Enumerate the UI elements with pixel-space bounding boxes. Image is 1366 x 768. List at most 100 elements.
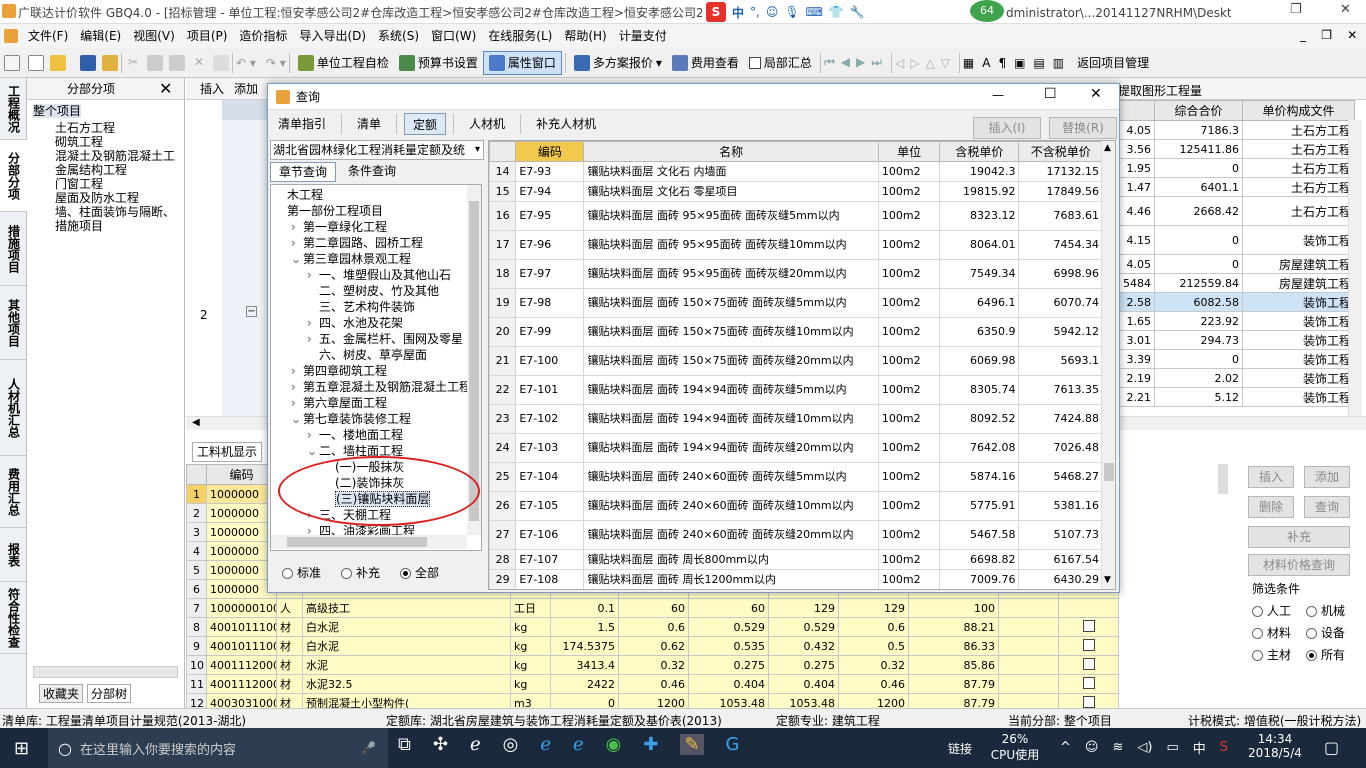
query-res-button[interactable]: 查询 bbox=[1304, 496, 1350, 518]
chevron-right-icon[interactable]: › bbox=[307, 331, 319, 347]
punct-icon[interactable]: °, bbox=[750, 5, 760, 19]
tree-node[interactable]: › 四、水池及花架 bbox=[275, 315, 481, 331]
side-tab[interactable]: 报表 bbox=[0, 528, 27, 582]
tree-node[interactable]: › 第二章园路、园桥工程 bbox=[275, 235, 481, 251]
chevron-right-icon[interactable]: › bbox=[307, 315, 319, 331]
table-row[interactable]: 23 E7-102 镶贴块料面层 面砖 194×94面砖 面砖灰缝10mm以内 100… bbox=[489, 404, 1103, 434]
table-row[interactable]: 5484 212559.84 房屋建筑工程 bbox=[1119, 273, 1355, 293]
table-row[interactable]: 11 4001112000 材水泥32.5 kg 2422 0.46 0.404 0.404 0… bbox=[186, 674, 1119, 694]
edge-icon[interactable]: ℯ bbox=[470, 734, 481, 755]
scope-radio[interactable]: 全部 bbox=[400, 564, 439, 581]
side-tab[interactable]: 人材机汇总 bbox=[0, 360, 27, 456]
table-row[interactable]: 7 1000000100 人高级技工 工日 0.1 60 60 129 129 100 bbox=[186, 598, 1119, 618]
row-checkbox[interactable] bbox=[1082, 695, 1095, 708]
table-row[interactable]: 24 E7-103 镶贴块料面层 面砖 194×94面砖 面砖灰缝20mm以内 100… bbox=[489, 433, 1103, 463]
format-icons[interactable]: ▦A¶▣▤▥ bbox=[963, 56, 1072, 70]
table-row[interactable]: 15 E7-94 镶贴块料面层 文化石 零星项目 100m2 19815.92 17849… bbox=[489, 181, 1103, 202]
table-row[interactable]: 2.19 2.02 装饰工程 bbox=[1119, 368, 1355, 388]
library-select[interactable]: 湖北省园林绿化工程消耗量定额及统 ▾ bbox=[270, 140, 484, 160]
table-row[interactable]: 27 E7-106 镶贴块料面层 面砖 240×60面砖 面砖灰缝20mm以内 100… bbox=[489, 520, 1103, 550]
spiral-app-icon[interactable]: ◎ bbox=[503, 734, 519, 755]
v-scrollbar[interactable] bbox=[1348, 120, 1362, 420]
dialog-tab[interactable]: 清单 bbox=[349, 113, 389, 135]
windows-start-icon[interactable]: ⊞ bbox=[14, 738, 29, 759]
tree-node[interactable]: ⌄ 第七章装饰装修工程 bbox=[275, 411, 481, 427]
filter-radio[interactable]: 主材 bbox=[1252, 646, 1306, 668]
row-checkbox[interactable] bbox=[1082, 676, 1095, 689]
table-row[interactable]: 9 4001011100 材白水泥 kg 174.5375 0.62 0.535 0.432 0… bbox=[186, 636, 1119, 656]
chevron-down-icon[interactable]: ⌄ bbox=[307, 443, 319, 459]
table-row[interactable]: 4.15 0 装饰工程 bbox=[1119, 225, 1355, 255]
links-label[interactable]: 链接 bbox=[948, 740, 972, 757]
restore-icon[interactable]: ❐ bbox=[1290, 2, 1302, 17]
chapter-query-tab[interactable]: 章节查询 bbox=[270, 162, 337, 182]
scope-radio[interactable]: 标准 bbox=[282, 564, 321, 581]
chevron-down-icon[interactable]: ⌄ bbox=[291, 411, 303, 427]
add-res-button[interactable]: 添加 bbox=[1304, 466, 1350, 488]
skin-icon[interactable]: 👕 bbox=[829, 5, 844, 19]
search-box[interactable]: ○ 在这里输入你要搜索的内容 🎤 bbox=[48, 728, 388, 768]
replace-quota-button[interactable]: 替换(R) bbox=[1049, 117, 1117, 139]
menu-item[interactable]: 文件(F) bbox=[22, 24, 74, 48]
side-tab[interactable]: 工程概况 bbox=[0, 78, 27, 140]
side-tab[interactable]: 符合性检查 bbox=[0, 582, 27, 654]
close-icon[interactable]: ✕ bbox=[159, 78, 172, 100]
dialog-tab[interactable]: 人材机 bbox=[461, 113, 513, 135]
table-row[interactable]: 3.56 125411.86 土石方工程 bbox=[1119, 139, 1355, 159]
table-row[interactable]: 4.05 7186.3 土石方工程 bbox=[1119, 120, 1355, 140]
dialog-tab[interactable]: 清单指引 bbox=[270, 113, 334, 135]
filter-radio[interactable]: 人工 bbox=[1252, 602, 1306, 624]
table-row[interactable]: 8 4001011100 材白水泥 kg 1.5 0.6 0.529 0.529 0.6 88.2… bbox=[186, 617, 1119, 637]
tree-item[interactable]: 屋面及防水工程 bbox=[33, 191, 184, 205]
res-display-tab[interactable]: 工料机显示 bbox=[192, 442, 262, 462]
move-arrows-icon[interactable]: ◁▷△▽ bbox=[895, 56, 956, 70]
tools-icon[interactable]: 🔧 bbox=[850, 5, 865, 19]
menu-item[interactable]: 造价指标 bbox=[233, 24, 293, 48]
menu-item[interactable]: 窗口(W) bbox=[425, 24, 482, 48]
filter-radio[interactable]: 材料 bbox=[1252, 624, 1306, 646]
filter-radio[interactable]: 所有 bbox=[1306, 646, 1360, 668]
ie-icon[interactable]: ℯ bbox=[573, 734, 584, 755]
table-row[interactable]: 29 E7-108 镶贴块料面层 面砖 周长1200mm以内 100m2 7009.76… bbox=[489, 569, 1103, 589]
table-row[interactable]: 14 E7-93 镶贴块料面层 文化石 内墙面 100m2 19042.3 17132.1… bbox=[489, 161, 1103, 182]
chevron-down-icon[interactable]: ⌄ bbox=[291, 251, 303, 267]
menu-item[interactable]: 帮助(H) bbox=[558, 24, 612, 48]
open-folder-icon[interactable] bbox=[50, 54, 66, 71]
cut-icon[interactable]: ✂ bbox=[125, 55, 141, 71]
people-icon[interactable]: ☺ bbox=[1085, 740, 1099, 755]
property-window-button[interactable]: 属性窗口 bbox=[482, 50, 562, 75]
table-row[interactable]: 28 E7-107 镶贴块料面层 面砖 周长800mm以内 100m2 6698.82 6… bbox=[489, 549, 1103, 570]
table-row[interactable]: 3.39 0 装饰工程 bbox=[1119, 349, 1355, 369]
table-row[interactable]: 3.01 294.73 装饰工程 bbox=[1119, 330, 1355, 350]
tree-item[interactable]: 整个项目 bbox=[33, 104, 82, 118]
scroll-down-icon[interactable]: ▼ bbox=[1104, 575, 1111, 585]
app-menu-icon[interactable] bbox=[4, 29, 18, 43]
find-icon[interactable] bbox=[213, 54, 229, 71]
insert-res-button[interactable]: 插入 bbox=[1248, 466, 1294, 488]
dialog-tab[interactable]: 补充人材机 bbox=[528, 113, 604, 135]
insert-quota-button[interactable]: 插入(I) bbox=[973, 117, 1041, 139]
tree-node[interactable]: › 第五章混凝土及钢筋混凝土工程 bbox=[275, 379, 481, 395]
side-tab[interactable]: 费用汇总 bbox=[0, 456, 27, 528]
keyboard-icon[interactable]: ⌨ bbox=[806, 5, 823, 19]
tree-node[interactable]: 六、树皮、草亭屋面 bbox=[275, 347, 481, 363]
tree-node[interactable]: › 一、堆塑假山及其他山石 bbox=[275, 267, 481, 283]
copy-icon[interactable] bbox=[147, 54, 163, 71]
table-row[interactable]: 1.65 223.92 装饰工程 bbox=[1119, 311, 1355, 331]
chevron-right-icon[interactable]: › bbox=[291, 235, 303, 251]
clock[interactable]: 14:34 2018/5/4 bbox=[1244, 732, 1306, 760]
mic-icon[interactable]: 🎙 bbox=[784, 5, 799, 19]
tree-item[interactable]: 混凝土及钢筋混凝土工 bbox=[33, 149, 184, 163]
chevron-right-icon[interactable]: › bbox=[291, 395, 303, 411]
collapse-icon[interactable]: − bbox=[246, 306, 257, 317]
add-button[interactable]: 添加 bbox=[234, 80, 258, 97]
tree-item[interactable]: 门窗工程 bbox=[33, 177, 184, 191]
table-row[interactable]: 1.47 6401.1 土石方工程 bbox=[1119, 177, 1355, 197]
checkbox[interactable] bbox=[748, 56, 761, 69]
sogou-tray-icon[interactable]: S bbox=[1220, 740, 1228, 755]
budget-settings-button[interactable]: 预算书设置 bbox=[394, 51, 483, 75]
tree-node[interactable]: 木工程 bbox=[275, 187, 481, 203]
menu-item[interactable]: 在线服务(L) bbox=[482, 24, 558, 48]
table-row[interactable]: 25 E7-104 镶贴块料面层 面砖 240×60面砖 面砖灰缝5mm以内 100m… bbox=[489, 462, 1103, 492]
table-row[interactable]: 2.21 5.12 装饰工程 bbox=[1119, 387, 1355, 407]
